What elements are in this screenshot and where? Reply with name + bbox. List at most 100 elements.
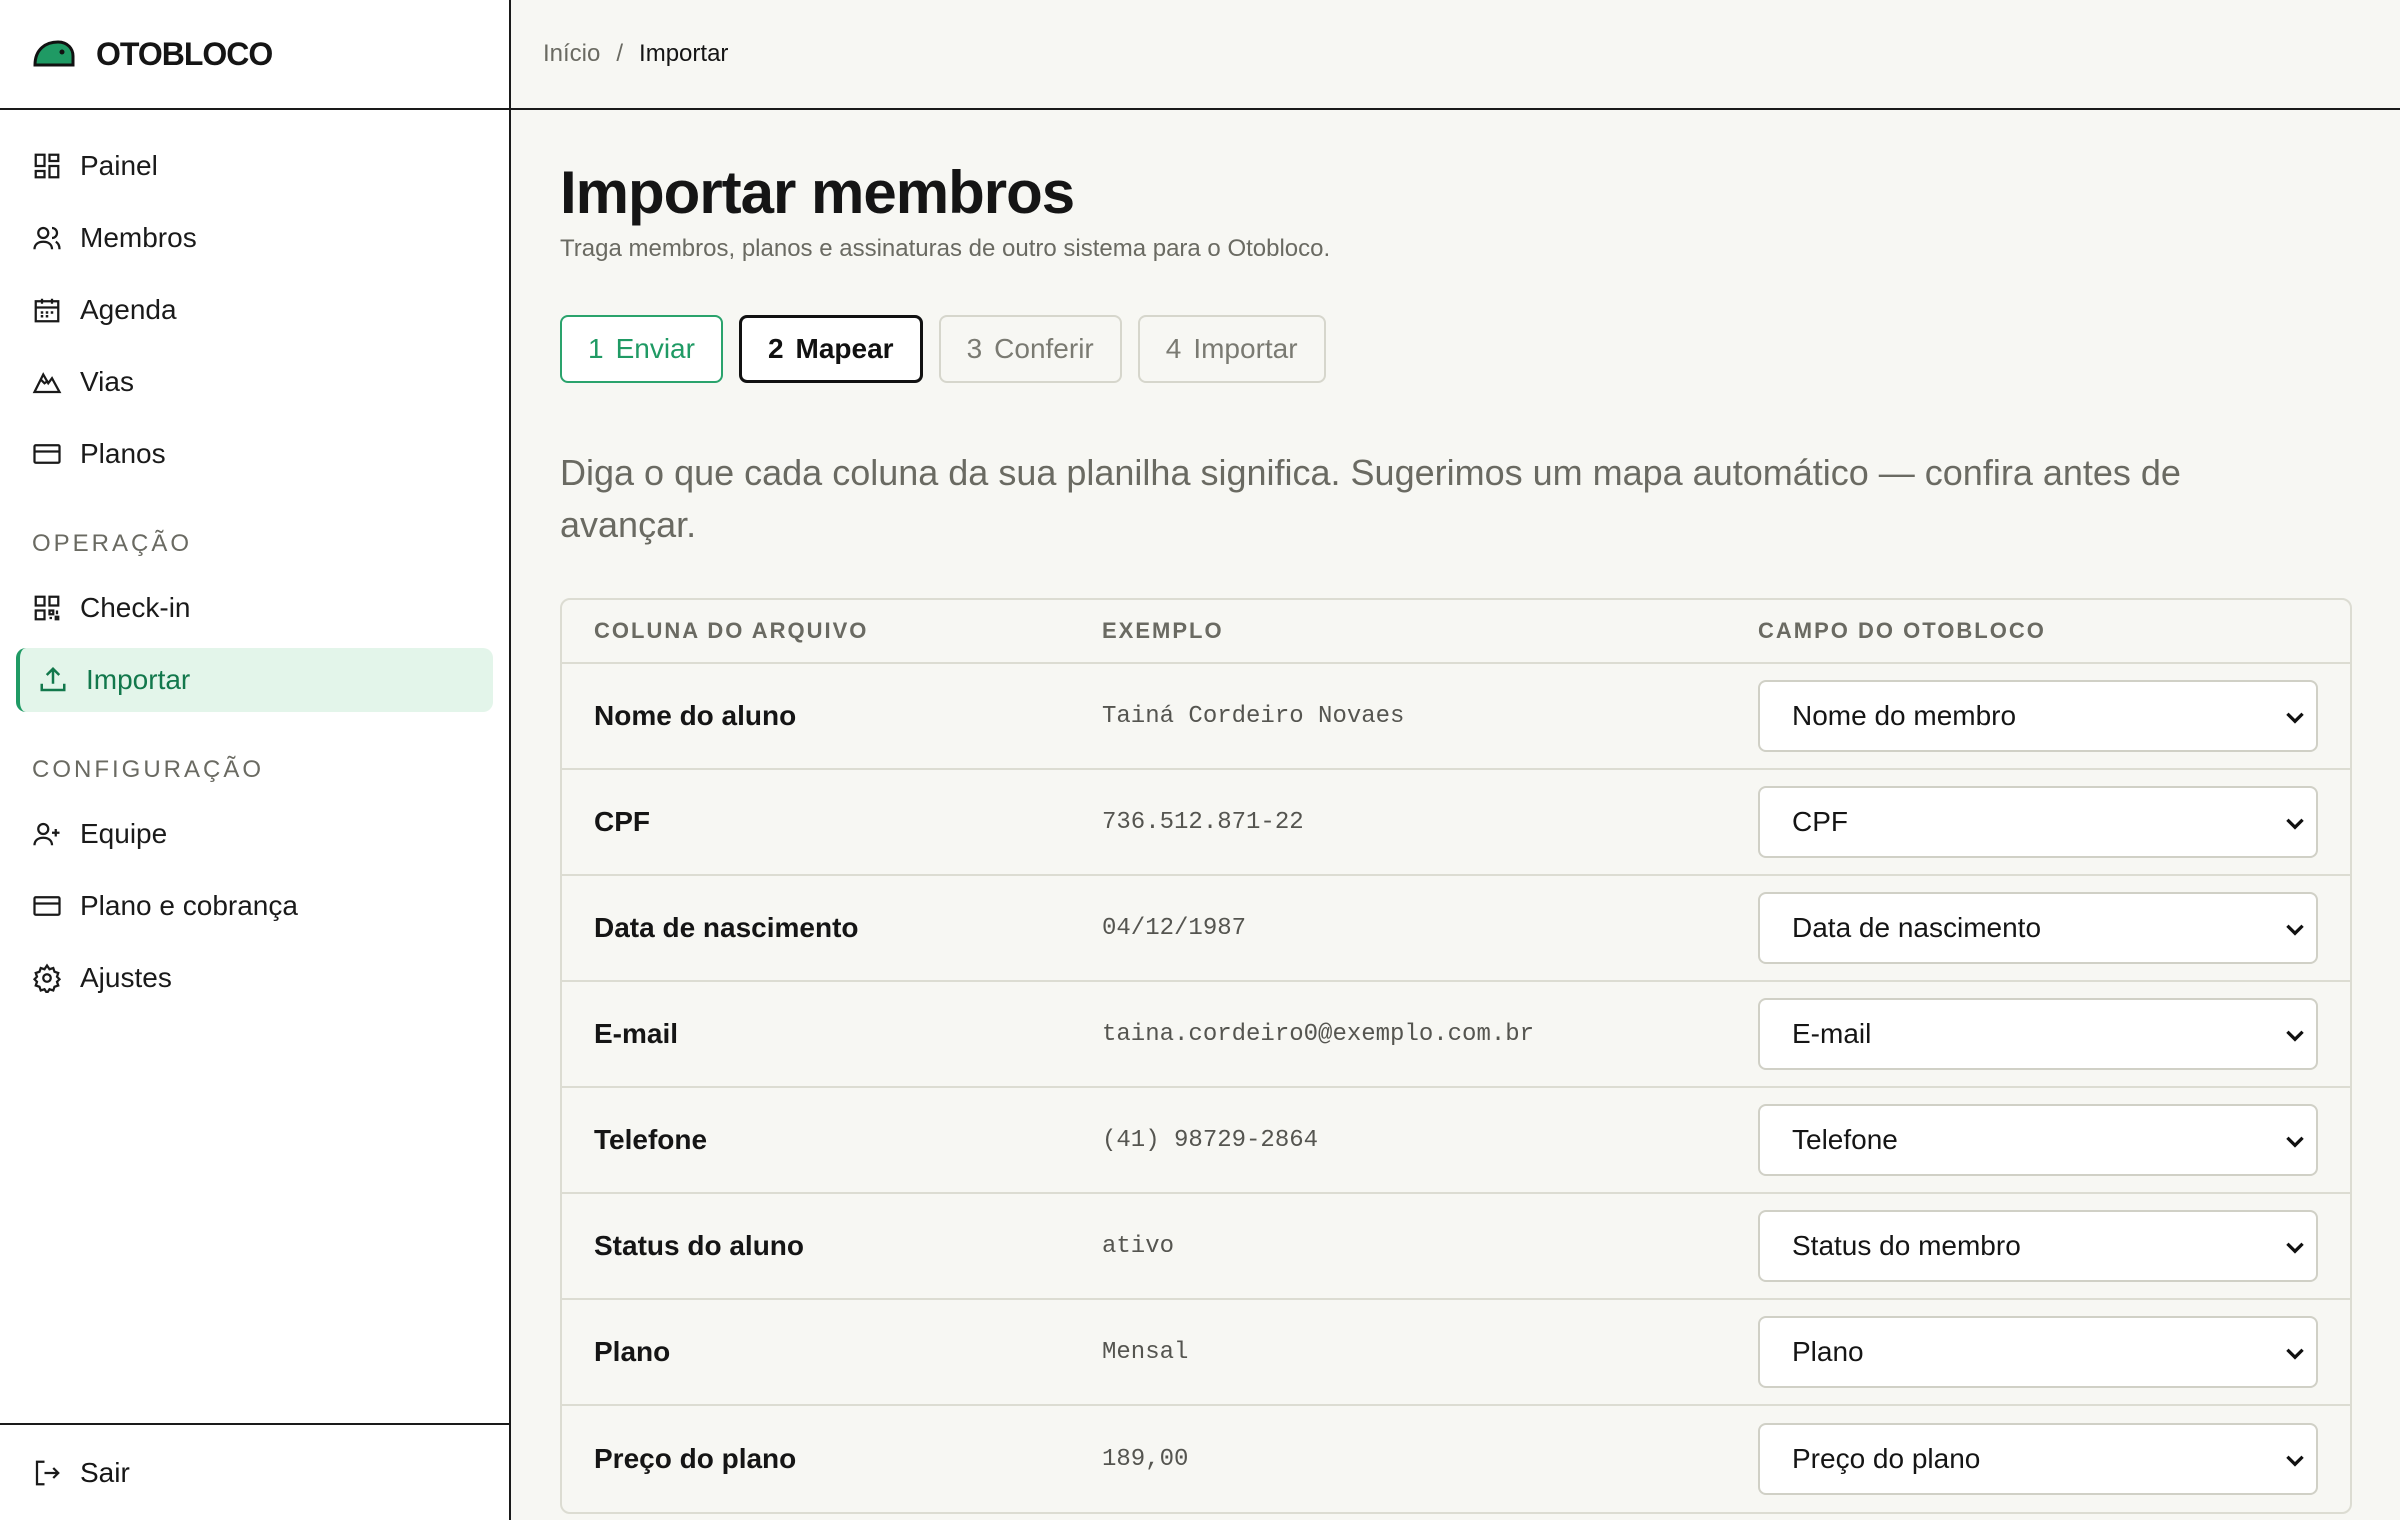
step-mapear[interactable]: 2 Mapear bbox=[738, 315, 923, 383]
example-value: taina.cordeiro0@exemplo.com.br bbox=[1102, 1020, 1535, 1048]
gear-icon bbox=[32, 963, 62, 993]
sidebar-item-label: Agenda bbox=[80, 294, 177, 325]
sidebar: OTOBLOCO Painel Membros Agenda Vias Plan… bbox=[0, 0, 511, 1520]
sidebar-item-importar[interactable]: Importar bbox=[16, 648, 493, 712]
logout-button[interactable]: Sair bbox=[0, 1423, 509, 1520]
step-label: Conferir bbox=[994, 333, 1094, 364]
table-row: Telefone (41) 98729-2864 Telefone bbox=[562, 1088, 2350, 1194]
file-column-name: Telefone bbox=[594, 1124, 708, 1155]
brand[interactable]: OTOBLOCO bbox=[0, 0, 509, 110]
calendar-icon bbox=[32, 295, 62, 325]
mapping-table: COLUNA DO ARQUIVO EXEMPLO CAMPO DO OTOBL… bbox=[560, 598, 2352, 1514]
main-content: Importar membros Traga membros, planos e… bbox=[560, 110, 2400, 1514]
sidebar-item-label: Planos bbox=[80, 438, 166, 469]
table-body: Nome do aluno Tainá Cordeiro Novaes Nome d… bbox=[562, 664, 2350, 1512]
header-file-column: COLUNA DO ARQUIVO bbox=[594, 618, 869, 643]
sidebar-item-membros[interactable]: Membros bbox=[16, 206, 493, 270]
sidebar-item-label: Equipe bbox=[80, 818, 168, 849]
sidebar-item-label: Importar bbox=[86, 664, 191, 695]
card-icon bbox=[32, 891, 62, 921]
import-stepper: 1 Enviar 2 Mapear 3 Conferir 4 Importar bbox=[560, 315, 2400, 383]
example-value: 04/12/1987 bbox=[1102, 914, 1247, 942]
field-select[interactable]: Status do membro bbox=[1758, 1210, 2318, 1282]
step-number: 4 bbox=[1165, 333, 1182, 364]
sidebar-item-plano-cobranca[interactable]: Plano e cobrança bbox=[16, 874, 493, 938]
field-select-value: Nome do membro bbox=[1792, 700, 2017, 731]
sidebar-item-equipe[interactable]: Equipe bbox=[16, 802, 493, 866]
table-header: COLUNA DO ARQUIVO EXEMPLO CAMPO DO OTOBL… bbox=[562, 600, 2350, 664]
user-plus-icon bbox=[32, 819, 62, 849]
step-importar[interactable]: 4 Importar bbox=[1137, 315, 1326, 383]
breadcrumb-current: Importar bbox=[639, 40, 729, 67]
sidebar-item-agenda[interactable]: Agenda bbox=[16, 278, 493, 342]
file-column-name: Data de nascimento bbox=[594, 912, 859, 943]
step-number: 2 bbox=[767, 333, 784, 364]
mapping-intro: Diga o que cada coluna da sua planilha s… bbox=[560, 452, 2181, 545]
file-column-name: Preço do plano bbox=[594, 1443, 797, 1474]
card-icon bbox=[32, 439, 62, 469]
file-column-name: Plano bbox=[594, 1336, 671, 1367]
section-configuracao: CONFIGURAÇÃO bbox=[32, 756, 265, 783]
field-select[interactable]: Plano bbox=[1758, 1316, 2318, 1388]
field-select[interactable]: Telefone bbox=[1758, 1104, 2318, 1176]
grid-icon bbox=[32, 151, 62, 181]
field-select-value: Plano bbox=[1792, 1336, 1864, 1367]
logout-icon bbox=[32, 1458, 62, 1488]
sidebar-item-painel[interactable]: Painel bbox=[16, 134, 493, 198]
otobloco-logo-icon bbox=[32, 39, 76, 69]
sidebar-item-label: Vias bbox=[80, 366, 134, 397]
page-subtitle: Traga membros, planos e assinaturas de o… bbox=[560, 235, 1331, 262]
step-conferir[interactable]: 3 Conferir bbox=[938, 315, 1122, 383]
users-icon bbox=[32, 223, 62, 253]
field-select[interactable]: CPF bbox=[1758, 786, 2318, 858]
example-value: ativo bbox=[1102, 1232, 1175, 1260]
example-value: (41) 98729-2864 bbox=[1102, 1126, 1319, 1154]
sidebar-item-label: Membros bbox=[80, 222, 197, 253]
file-column-name: Nome do aluno bbox=[594, 700, 797, 731]
mountain-icon bbox=[32, 367, 62, 397]
breadcrumb-home-link[interactable]: Início bbox=[543, 40, 600, 68]
field-select[interactable]: Nome do membro bbox=[1758, 680, 2318, 752]
field-select-value: Preço do plano bbox=[1792, 1443, 1981, 1474]
table-row: Status do aluno ativo Status do membro bbox=[562, 1194, 2350, 1300]
file-column-name: E-mail bbox=[594, 1018, 679, 1049]
sidebar-item-label: Check-in bbox=[80, 592, 191, 623]
table-row: E-mail taina.cordeiro0@exemplo.com.br E-ma… bbox=[562, 982, 2350, 1088]
section-operacao: OPERAÇÃO bbox=[32, 530, 193, 557]
field-select[interactable]: Preço do plano bbox=[1758, 1423, 2318, 1495]
sidebar-item-ajustes[interactable]: Ajustes bbox=[16, 946, 493, 1010]
sidebar-item-label: Painel bbox=[80, 150, 158, 181]
field-select-value: Status do membro bbox=[1792, 1230, 2021, 1261]
field-select-value: E-mail bbox=[1792, 1018, 1872, 1049]
sidebar-item-vias[interactable]: Vias bbox=[16, 350, 493, 414]
table-row: CPF 736.512.871-22 CPF bbox=[562, 770, 2350, 876]
qr-icon bbox=[32, 593, 62, 623]
field-select[interactable]: E-mail bbox=[1758, 998, 2318, 1070]
step-enviar[interactable]: 1 Enviar bbox=[560, 315, 723, 383]
table-row: Data de nascimento 04/12/1987 Data de nasc… bbox=[562, 876, 2350, 982]
field-select-value: CPF bbox=[1792, 806, 1848, 837]
step-label: Mapear bbox=[795, 333, 894, 364]
file-column-name: CPF bbox=[594, 806, 650, 837]
breadcrumb: Início / Importar bbox=[511, 0, 2400, 110]
example-value: Tainá Cordeiro Novaes bbox=[1102, 702, 1405, 730]
example-value: 736.512.871-22 bbox=[1102, 808, 1304, 836]
logout-label: Sair bbox=[80, 1456, 130, 1488]
sidebar-item-planos[interactable]: Planos bbox=[16, 422, 493, 486]
table-row: Plano Mensal Plano bbox=[562, 1300, 2350, 1406]
field-select[interactable]: Data de nascimento bbox=[1758, 892, 2318, 964]
field-select-value: Data de nascimento bbox=[1792, 912, 2042, 943]
file-column-name: Status do aluno bbox=[594, 1230, 804, 1261]
sidebar-item-label: Plano e cobrança bbox=[80, 890, 298, 921]
header-otobloco-field: CAMPO DO OTOBLOCO bbox=[1758, 618, 2046, 643]
step-number: 1 bbox=[588, 333, 604, 364]
brand-name: OTOBLOCO bbox=[96, 35, 273, 72]
example-value: Mensal bbox=[1102, 1338, 1189, 1366]
table-row: Preço do plano 189,00 Preço do plano bbox=[562, 1406, 2350, 1512]
sidebar-item-check-in[interactable]: Check-in bbox=[16, 576, 493, 640]
step-label: Importar bbox=[1193, 333, 1298, 364]
field-select-value: Telefone bbox=[1792, 1124, 1898, 1155]
example-value: 189,00 bbox=[1102, 1445, 1189, 1473]
page-title: Importar membros bbox=[560, 159, 1075, 226]
table-row: Nome do aluno Tainá Cordeiro Novaes Nome d… bbox=[562, 664, 2350, 770]
